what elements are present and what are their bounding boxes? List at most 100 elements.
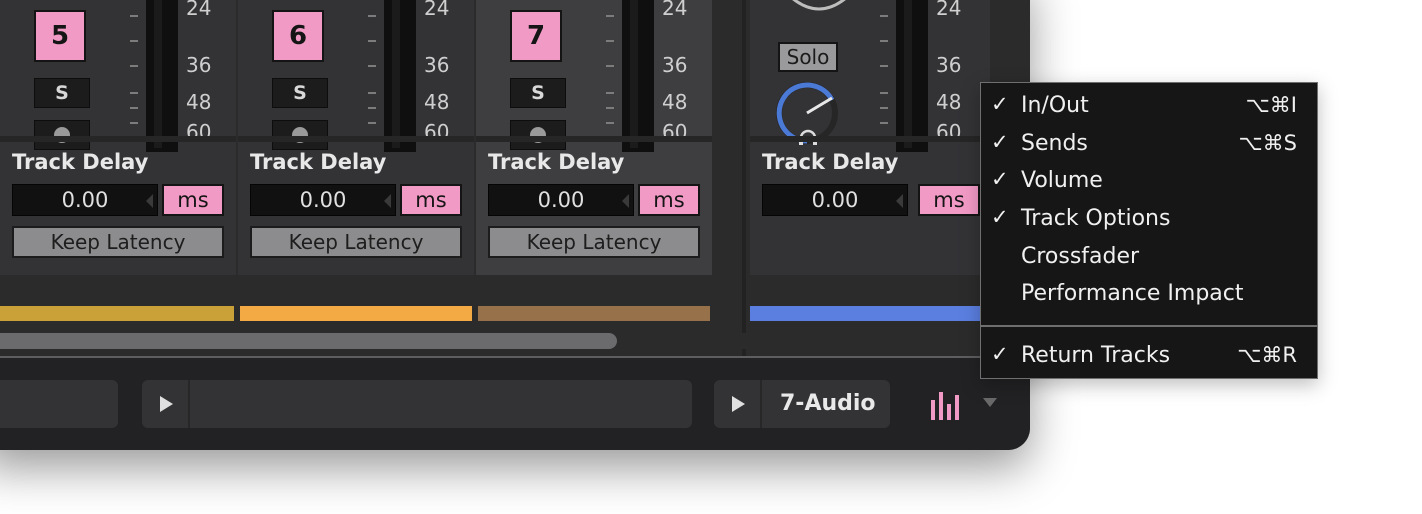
menu-item-label: Performance Impact xyxy=(1021,281,1244,306)
delay-unit-button[interactable]: ms xyxy=(400,184,462,216)
menu-item-volume[interactable]: ✓ Volume xyxy=(981,164,1317,200)
checkmark-icon: ✓ xyxy=(991,205,1009,229)
keep-latency-button[interactable]: Keep Latency xyxy=(488,226,700,258)
track-7: 7 S 24 36 48 60 Track Delay 0.00 ms Keep… xyxy=(476,0,712,275)
horizontal-scrollbar[interactable] xyxy=(0,333,617,349)
menu-item-label: In/Out xyxy=(1021,93,1089,118)
status-field-left[interactable] xyxy=(0,380,118,428)
detail-view-field[interactable] xyxy=(142,380,692,428)
track-delay-field[interactable]: 0.00 xyxy=(488,184,634,216)
menu-item-label: Track Options xyxy=(1021,206,1171,231)
menu-item-label: Crossfader xyxy=(1021,244,1140,269)
play-icon[interactable] xyxy=(160,396,173,412)
level-meter xyxy=(896,0,928,152)
arm-button[interactable] xyxy=(510,120,566,150)
track-delay-value: 0.00 xyxy=(811,188,859,212)
selected-track-field[interactable]: 7-Audio xyxy=(714,380,890,428)
master-color-strip xyxy=(750,306,990,321)
track-delay-label: Track Delay xyxy=(488,150,625,174)
scale-label: 48 xyxy=(424,90,450,114)
menu-item-in-out[interactable]: ✓ In/Out ⌥⌘I xyxy=(981,89,1317,125)
track-delay-field[interactable]: 0.00 xyxy=(12,184,158,216)
checkmark-icon: ✓ xyxy=(991,92,1009,116)
meter-ticks xyxy=(880,0,894,152)
menu-shortcut: ⌥⌘I xyxy=(1245,93,1297,117)
master-controls: Solo 24 36 48 60 xyxy=(750,0,990,152)
track-delay-field[interactable]: 0.00 xyxy=(250,184,396,216)
meter-ticks xyxy=(130,0,144,152)
field-arrow-icon xyxy=(384,194,391,208)
delay-unit-button[interactable]: ms xyxy=(918,184,980,216)
track-activator-button[interactable]: 6 xyxy=(272,10,324,62)
track-delay-value: 0.00 xyxy=(537,188,585,212)
mixer-bars-icon[interactable] xyxy=(930,388,968,420)
mixer-window: 5 S 24 36 48 60 Track Delay 0.00 ms Keep… xyxy=(0,0,1030,450)
track-color-strip xyxy=(240,306,472,321)
track-5: 5 S 24 36 48 60 Track Delay 0.00 ms Keep… xyxy=(0,0,236,275)
field-arrow-icon xyxy=(896,194,903,208)
solo-button[interactable]: S xyxy=(510,78,566,108)
scale-label: 48 xyxy=(186,90,212,114)
keep-latency-button[interactable]: Keep Latency xyxy=(12,226,224,258)
play-icon[interactable] xyxy=(732,396,745,412)
track-delay-value: 0.00 xyxy=(299,188,347,212)
solo-button[interactable]: S xyxy=(272,78,328,108)
solo-label-button[interactable]: Solo xyxy=(778,42,838,72)
track-delay-label: Track Delay xyxy=(12,150,149,174)
track-color-strip xyxy=(478,306,710,321)
mixer-sections-menu: ✓ In/Out ⌥⌘I ✓ Sends ⌥⌘S ✓ Volume ✓ Trac… xyxy=(980,82,1318,379)
track-6-controls: 6 S 24 36 48 60 xyxy=(238,0,474,152)
track-6: 6 S 24 36 48 60 Track Delay 0.00 ms Keep… xyxy=(238,0,474,275)
scale-label: 36 xyxy=(662,53,688,77)
level-meter xyxy=(146,0,178,152)
level-meter xyxy=(622,0,654,152)
track-activator-button[interactable]: 5 xyxy=(34,10,86,62)
menu-item-label: Volume xyxy=(1021,168,1103,193)
level-meter xyxy=(384,0,416,152)
checkmark-icon: ✓ xyxy=(991,167,1009,191)
menu-shortcut: ⌥⌘R xyxy=(1237,343,1297,367)
track-delay-field[interactable]: 0.00 xyxy=(762,184,908,216)
menu-item-label: Sends xyxy=(1021,131,1088,156)
keep-latency-button[interactable]: Keep Latency xyxy=(250,226,462,258)
scale-label: 36 xyxy=(186,53,212,77)
menu-item-crossfader[interactable]: Crossfader xyxy=(981,240,1317,276)
knob-arc-icon xyxy=(792,0,846,11)
meter-ticks xyxy=(368,0,382,152)
scale-label: 36 xyxy=(424,53,450,77)
menu-shortcut: ⌥⌘S xyxy=(1238,131,1297,155)
scale-label: 36 xyxy=(936,53,962,77)
menu-item-track-options[interactable]: ✓ Track Options xyxy=(981,202,1317,238)
scale-label: 24 xyxy=(662,0,688,20)
arm-button[interactable] xyxy=(34,120,90,150)
solo-button[interactable]: S xyxy=(34,78,90,108)
delay-unit-button[interactable]: ms xyxy=(162,184,224,216)
delay-unit-button[interactable]: ms xyxy=(638,184,700,216)
menu-item-performance-impact[interactable]: Performance Impact xyxy=(981,277,1317,313)
checkmark-icon: ✓ xyxy=(991,130,1009,154)
menu-item-label: Return Tracks xyxy=(1021,343,1171,368)
meter-ticks xyxy=(606,0,620,152)
menu-item-return-tracks[interactable]: ✓ Return Tracks ⌥⌘R xyxy=(981,339,1317,375)
selected-track-name: 7-Audio xyxy=(780,391,876,416)
track-activator-button[interactable]: 7 xyxy=(510,10,562,62)
checkmark-icon: ✓ xyxy=(991,342,1009,366)
menu-item-sends[interactable]: ✓ Sends ⌥⌘S xyxy=(981,127,1317,163)
scale-label: 24 xyxy=(186,0,212,20)
scale-label: 48 xyxy=(936,90,962,114)
track-5-controls: 5 S 24 36 48 60 xyxy=(0,0,236,152)
master-track: Solo 24 36 48 60 Track Delay 0.00 ms xyxy=(750,0,990,275)
scale-label: 24 xyxy=(936,0,962,20)
track-7-controls: 7 S 24 36 48 60 xyxy=(476,0,712,152)
arm-button[interactable] xyxy=(272,120,328,150)
field-arrow-icon xyxy=(146,194,153,208)
track-color-strip xyxy=(0,306,234,321)
track-delay-label: Track Delay xyxy=(762,150,899,174)
field-arrow-icon xyxy=(622,194,629,208)
chevron-down-icon[interactable] xyxy=(983,398,997,407)
menu-separator xyxy=(981,325,1317,327)
scale-label: 24 xyxy=(424,0,450,20)
track-delay-label: Track Delay xyxy=(250,150,387,174)
track-delay-value: 0.00 xyxy=(61,188,109,212)
scale-label: 48 xyxy=(662,90,688,114)
